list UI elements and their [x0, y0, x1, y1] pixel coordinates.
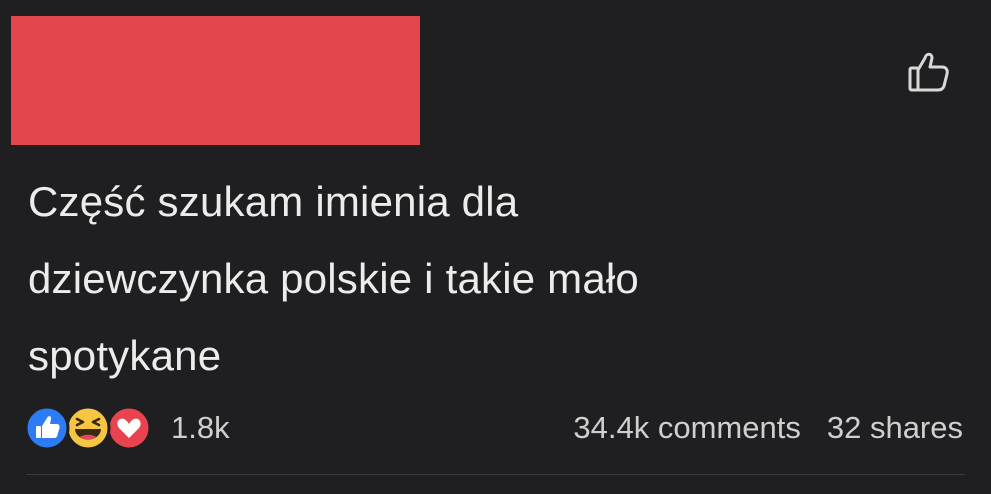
- post-text-line: spotykane: [28, 332, 222, 379]
- post-text-line: Część szukam imienia dla: [28, 178, 519, 225]
- like-button[interactable]: [898, 44, 958, 100]
- post-text: Część szukam imienia dla dziewczynka pol…: [28, 163, 928, 394]
- like-icon: [24, 405, 70, 451]
- comments-link[interactable]: 34.4k comments: [573, 410, 800, 446]
- reaction-icons: [23, 404, 153, 452]
- post-stats: 34.4k comments 32 shares: [573, 404, 963, 452]
- redacted-author-block: [11, 16, 420, 145]
- post-card: Część szukam imienia dla dziewczynka pol…: [0, 0, 991, 494]
- post-text-line: dziewczynka polskie i takie mało: [28, 255, 639, 302]
- haha-icon: [65, 405, 111, 451]
- reaction-count: 1.8k: [171, 410, 230, 445]
- love-icon: [106, 405, 152, 451]
- divider: [26, 474, 965, 475]
- thumbs-up-icon: [908, 52, 949, 92]
- shares-link[interactable]: 32 shares: [827, 410, 963, 446]
- reactions-summary[interactable]: 1.8k: [23, 404, 230, 452]
